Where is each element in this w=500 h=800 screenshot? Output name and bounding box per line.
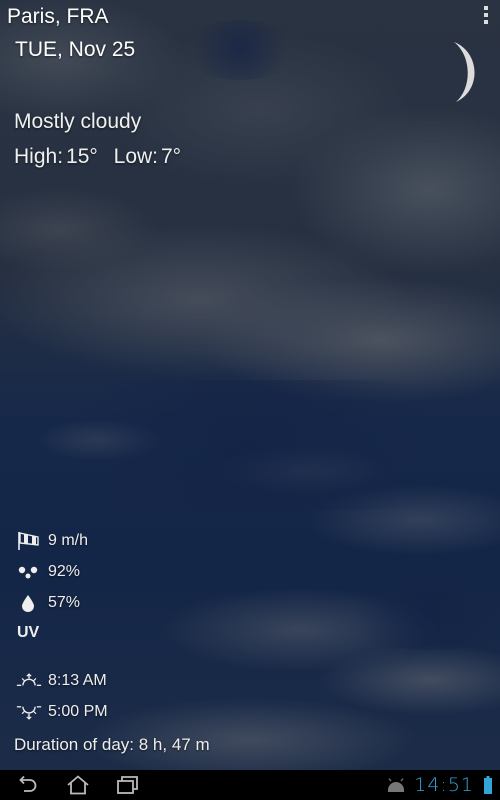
clock: 14:51 [414, 774, 474, 796]
sunset-time: 5:00 PM [48, 703, 108, 720]
temperature-range: High: 15° Low: 7° [14, 145, 181, 169]
humidity-row: 57% [16, 593, 80, 613]
precipitation-row: 92% [16, 562, 80, 582]
weather-condition: Mostly cloudy [14, 110, 142, 133]
battery-icon [484, 776, 492, 794]
city-name[interactable]: Paris, FRA [7, 5, 109, 29]
overflow-menu-icon [484, 6, 488, 10]
windsock-icon [16, 531, 42, 551]
system-navbar: 14:51 [0, 770, 500, 800]
wind-speed: 9 m/h [48, 532, 89, 549]
android-icon [388, 778, 405, 792]
dots-icon [16, 562, 42, 582]
high-label: High: [14, 145, 64, 168]
sky-background [0, 380, 500, 510]
home-button[interactable] [66, 775, 90, 795]
low-temp: Low: 7° [114, 145, 181, 168]
weather-screen: Paris, FRA TUE, Nov 25 Mostly cloudy Hig… [0, 0, 500, 770]
crescent-moon-icon [454, 42, 475, 102]
home-icon [67, 775, 89, 795]
back-icon [19, 775, 37, 792]
current-date: TUE, Nov 25 [15, 38, 136, 61]
recent-apps-button[interactable] [116, 775, 140, 795]
sunset-icon [16, 702, 42, 722]
high-value: 15° [66, 145, 98, 168]
back-button[interactable] [16, 775, 40, 795]
low-value: 7° [161, 145, 182, 168]
sky-background [330, 580, 500, 650]
water-drop-icon [16, 593, 42, 613]
overflow-menu-button[interactable] [482, 6, 490, 24]
low-label: Low: [113, 145, 158, 168]
sunrise-time: 8:13 AM [48, 672, 107, 689]
sunset-row: 5:00 PM [16, 702, 108, 722]
sunrise-row: 8:13 AM [16, 671, 107, 691]
status-area[interactable]: 14:51 [386, 773, 492, 797]
sunrise-icon [16, 671, 42, 691]
uv-label: UV [17, 624, 40, 641]
overflow-menu-icon [484, 20, 488, 24]
wind-row: 9 m/h [16, 531, 88, 551]
high-temp: High: 15° [14, 145, 98, 168]
precipitation-value: 92% [48, 563, 81, 580]
day-duration: Duration of day: 8 h, 47 m [14, 735, 210, 754]
humidity-value: 57% [48, 594, 81, 611]
recent-apps-icon [117, 776, 138, 794]
overflow-menu-icon [484, 13, 488, 17]
sky-background [180, 20, 300, 80]
